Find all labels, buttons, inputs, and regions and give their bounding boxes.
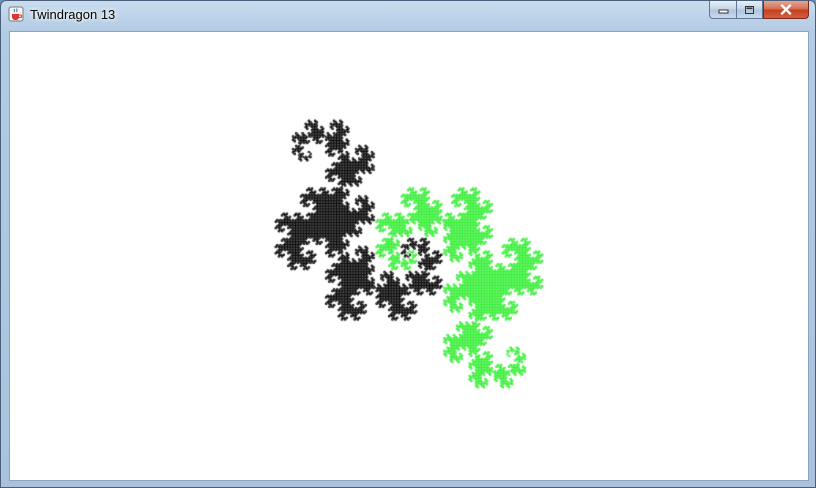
window-title: Twindragon 13 <box>30 7 116 22</box>
maximize-icon <box>745 5 754 14</box>
twindragon-fractal <box>10 32 808 480</box>
drawing-canvas-area <box>9 31 809 481</box>
app-window: Twindragon 13 <box>0 0 816 488</box>
minimize-button[interactable] <box>709 1 736 19</box>
java-cup-icon[interactable] <box>8 6 24 22</box>
maximize-button[interactable] <box>736 1 763 19</box>
caption-buttons <box>709 1 809 21</box>
minimize-icon <box>718 9 728 14</box>
close-button[interactable] <box>763 1 809 19</box>
close-icon <box>780 4 792 15</box>
title-bar[interactable]: Twindragon 13 <box>1 1 815 31</box>
